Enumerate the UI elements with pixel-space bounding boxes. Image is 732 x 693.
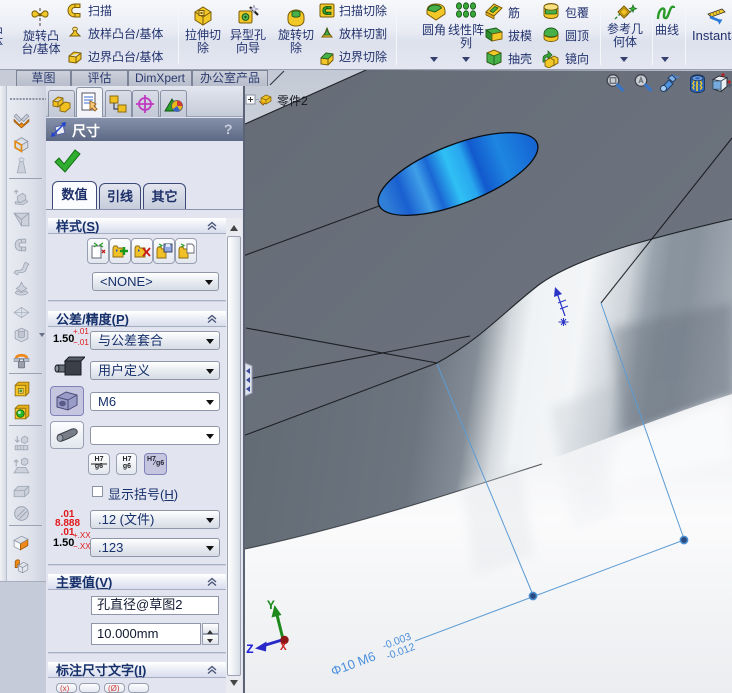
svg-text:零件2: 零件2	[277, 94, 308, 108]
svg-text:Z: Z	[246, 642, 254, 657]
svg-text:Y: Y	[267, 598, 275, 613]
svg-text:X: X	[280, 642, 287, 654]
